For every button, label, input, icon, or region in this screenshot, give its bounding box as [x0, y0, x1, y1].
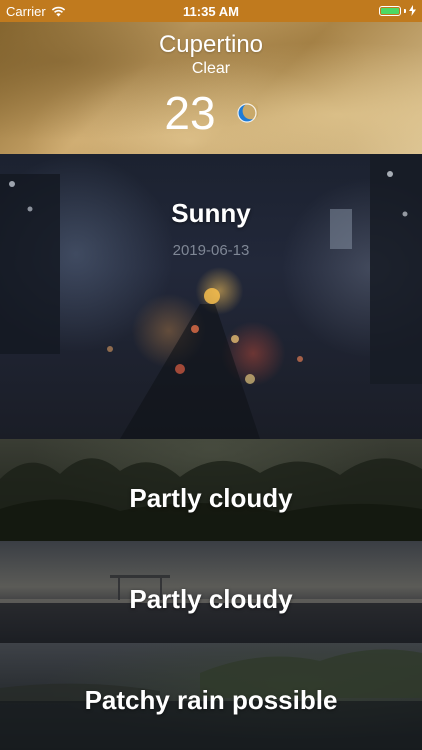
- city-name: Cupertino: [158, 31, 264, 58]
- current-condition: Clear: [191, 60, 231, 77]
- forecast-condition: Partly cloudy: [129, 483, 293, 513]
- weather-screen: Carrier 11:35 AM Cupertino Clear 23 Sunn…: [0, 0, 422, 750]
- battery-indicator: [379, 5, 416, 16]
- temperature-row: 23: [0, 86, 422, 140]
- status-bar: Carrier 11:35 AM: [0, 0, 422, 22]
- battery-fill: [381, 7, 399, 14]
- forecast-card[interactable]: Partly cloudy: [0, 439, 422, 541]
- forecast-card[interactable]: Partly cloudy: [0, 541, 422, 643]
- forecast-date: 2019-06-13: [172, 242, 250, 259]
- forecast-card[interactable]: Sunny 2019-06-13: [0, 154, 422, 439]
- forecast-condition: Partly cloudy: [129, 584, 293, 614]
- city-night-background: [0, 154, 422, 439]
- status-time: 11:35 AM: [183, 4, 239, 19]
- charging-bolt-icon: [409, 5, 416, 16]
- current-temperature: 23: [164, 87, 216, 139]
- battery-cap: [404, 8, 406, 13]
- battery-icon: [379, 5, 401, 16]
- forecast-condition: Sunny: [171, 198, 251, 228]
- forecast-card[interactable]: Patchy rain possible: [0, 643, 422, 750]
- forecast-condition: Patchy rain possible: [84, 685, 338, 715]
- moon-icon: [236, 102, 258, 123]
- current-weather-header: Cupertino Clear 23: [0, 22, 422, 154]
